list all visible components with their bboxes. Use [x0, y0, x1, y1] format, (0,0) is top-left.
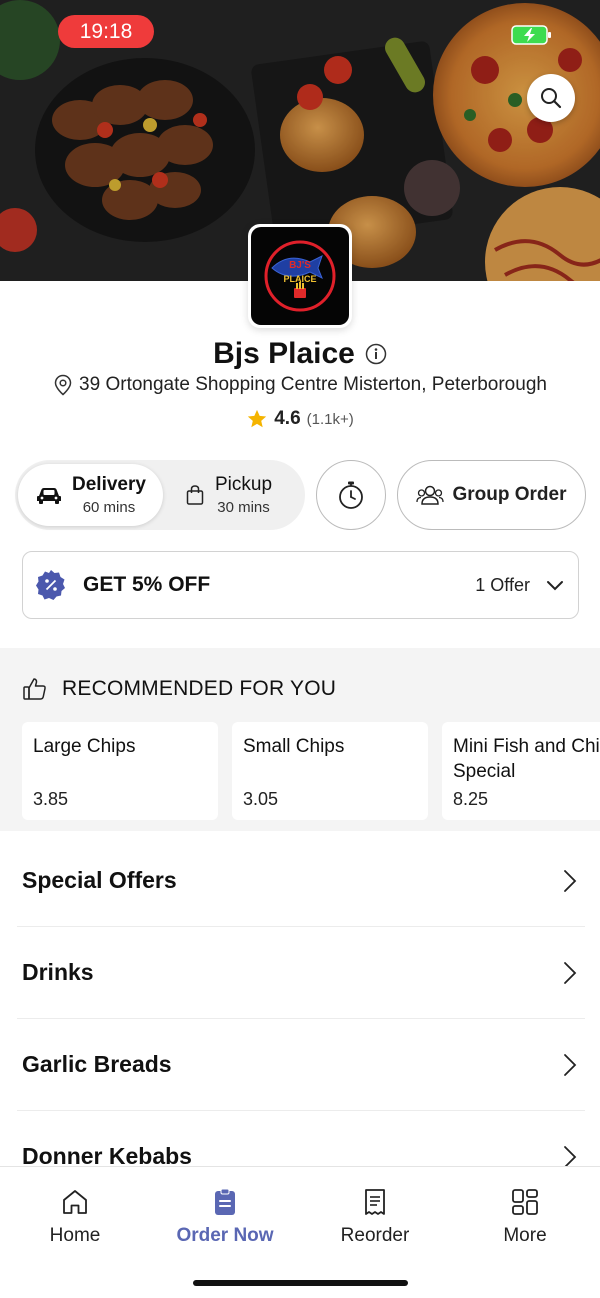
grid-icon	[512, 1189, 538, 1215]
restaurant-name: Bjs Plaice	[213, 337, 355, 370]
status-time: 19:18	[58, 15, 154, 48]
chevron-right-icon	[564, 961, 577, 984]
restaurant-address: 39 Ortongate Shopping Centre Misterton, …	[79, 374, 547, 395]
recommended-item-price: 3.05	[243, 789, 279, 809]
logo-emblem: BJ'S PLAICE	[264, 240, 336, 312]
nav-home[interactable]: Home	[0, 1187, 150, 1247]
category-special-offers[interactable]: Special Offers	[17, 835, 585, 927]
nav-more-label: More	[503, 1225, 547, 1246]
car-icon	[37, 488, 61, 504]
category-label: Drinks	[22, 959, 94, 985]
battery-icon	[511, 25, 551, 45]
recommended-item-price: 8.25	[453, 789, 489, 809]
nav-order-now-label: Order Now	[176, 1225, 274, 1246]
restaurant-logo: BJ'S PLAICE	[248, 224, 352, 328]
delivery-option[interactable]: Delivery 60 mins	[18, 464, 163, 526]
group-order-label: Group Order	[452, 484, 567, 505]
recommended-header: RECOMMENDED FOR YOU	[22, 676, 336, 702]
offer-count: 1 Offer	[475, 574, 530, 595]
info-icon[interactable]	[365, 343, 387, 365]
recommended-item-price: 3.85	[33, 789, 69, 809]
pickup-time: 30 mins	[217, 499, 270, 516]
nav-reorder-label: Reorder	[340, 1225, 410, 1246]
rating-row: 4.6 (1.1k+)	[0, 408, 600, 430]
nav-more[interactable]: More	[450, 1187, 600, 1247]
order-icon	[215, 1188, 235, 1215]
recommended-card[interactable]: Mini Fish and Chips Special 8.25	[442, 722, 600, 820]
search-button[interactable]	[527, 74, 575, 122]
thumbs-up-icon	[23, 678, 46, 700]
chevron-down-icon	[547, 581, 563, 591]
offer-banner[interactable]: GET 5% OFF 1 Offer	[22, 551, 579, 619]
recommended-item-name: Large Chips	[33, 736, 136, 757]
pickup-option[interactable]: Pickup 30 mins	[185, 464, 305, 526]
rating-count: (1.1k+)	[306, 410, 354, 428]
search-icon	[541, 88, 562, 109]
star-icon	[248, 409, 267, 428]
chevron-right-icon	[564, 1053, 577, 1076]
category-label: Garlic Breads	[22, 1051, 172, 1077]
category-garlic-breads[interactable]: Garlic Breads	[17, 1019, 585, 1111]
discount-badge-icon	[36, 570, 65, 600]
group-order-button[interactable]: Group Order	[397, 460, 586, 530]
recommended-title: RECOMMENDED FOR YOU	[62, 677, 337, 700]
shopping-bag-icon	[186, 485, 204, 505]
stopwatch-icon	[339, 481, 363, 509]
chevron-right-icon	[564, 869, 577, 892]
delivery-label: Delivery	[72, 474, 146, 495]
category-label: Special Offers	[22, 867, 177, 893]
recommended-item-name: Small Chips	[243, 736, 345, 757]
recommended-section: RECOMMENDED FOR YOU Large Chips 3.85 Sma…	[0, 648, 600, 831]
home-indicator[interactable]	[193, 1280, 408, 1286]
recommended-item-name: Mini Fish and Chips Special	[453, 736, 600, 782]
rating-value: 4.6	[274, 408, 301, 429]
category-drinks[interactable]: Drinks	[17, 927, 585, 1019]
logo-text-1: BJ'S	[289, 260, 311, 271]
recommended-carousel[interactable]: Large Chips 3.85 Small Chips 3.05 Mini F…	[22, 722, 600, 820]
offer-title: GET 5% OFF	[83, 573, 211, 596]
recommended-card[interactable]: Large Chips 3.85	[22, 722, 218, 820]
home-icon	[63, 1190, 87, 1214]
delivery-time: 60 mins	[82, 499, 136, 516]
location-pin-icon	[54, 374, 72, 396]
order-mode-toggle: Delivery 60 mins Pickup 30 mins	[15, 460, 305, 530]
bottom-navigation: Home Order Now Reorder More	[0, 1166, 600, 1298]
group-icon	[416, 485, 445, 505]
address-row: 39 Ortongate Shopping Centre Misterton, …	[0, 374, 600, 396]
nav-order-now[interactable]: Order Now	[150, 1187, 300, 1247]
recommended-card[interactable]: Small Chips 3.05	[232, 722, 428, 820]
pickup-label: Pickup	[215, 474, 273, 495]
nav-reorder[interactable]: Reorder	[300, 1187, 450, 1247]
restaurant-title-row: Bjs Plaice	[0, 337, 600, 371]
nav-home-label: Home	[49, 1225, 101, 1246]
receipt-icon	[365, 1189, 385, 1215]
schedule-button[interactable]	[316, 460, 386, 530]
chevron-right-icon	[564, 1145, 577, 1168]
